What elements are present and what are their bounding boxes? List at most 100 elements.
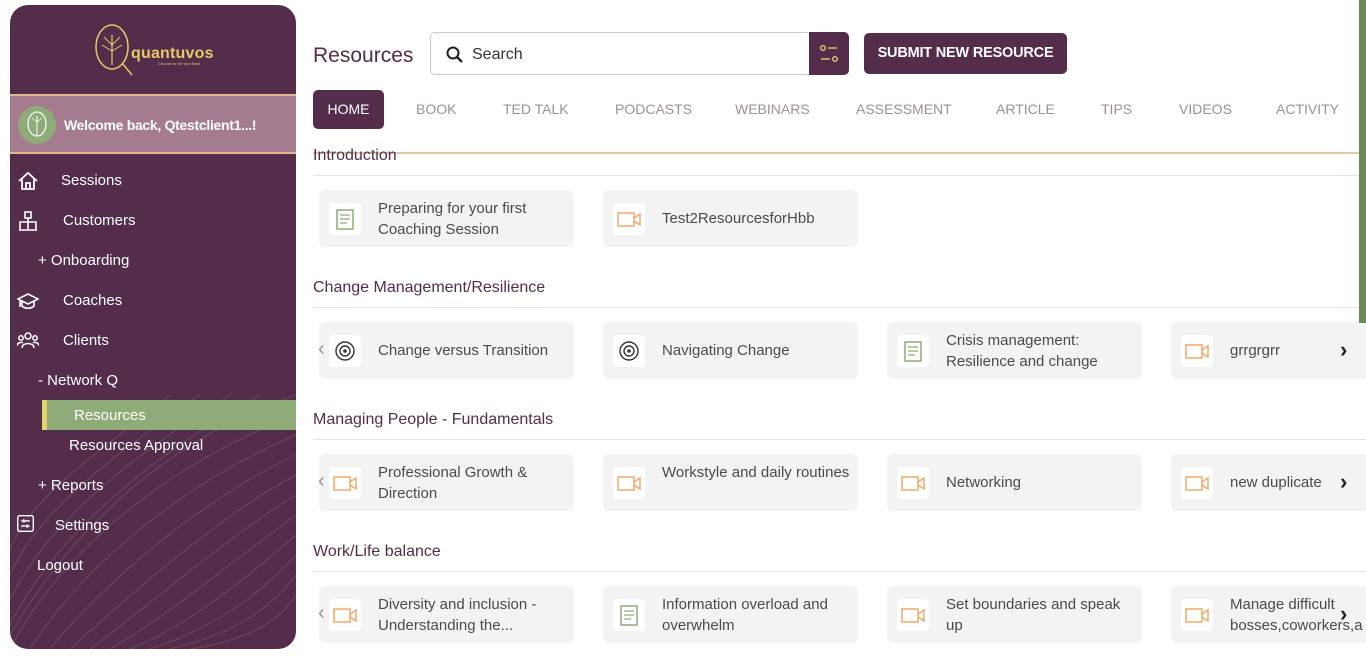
resource-card[interactable]: Change versus Transition bbox=[319, 322, 574, 379]
sidebar-item-sessions[interactable]: Sessions bbox=[10, 162, 296, 198]
sidebar-item-label: - Network Q bbox=[38, 372, 119, 389]
video-icon bbox=[1181, 467, 1213, 499]
section-title-change-management: Change Management/Resilience bbox=[313, 279, 546, 296]
tabs-divider bbox=[313, 152, 1366, 154]
tab-tips[interactable]: TIPS bbox=[1101, 90, 1132, 129]
resource-title: Set boundaries and speak up bbox=[946, 596, 1121, 634]
section-title-introduction: Introduction bbox=[313, 147, 397, 164]
brand-logo[interactable]: quantuvos Choose to be Your Best bbox=[10, 5, 296, 95]
sidebar-item-label: + Onboarding bbox=[38, 252, 130, 269]
filter-icon bbox=[819, 44, 839, 63]
section-divider bbox=[313, 439, 1366, 440]
scroll-right-arrow-icon[interactable]: › bbox=[1340, 601, 1347, 627]
video-icon bbox=[613, 467, 645, 499]
sidebar-item-label: + Reports bbox=[38, 477, 104, 494]
tab-activity[interactable]: ACTIVITY bbox=[1276, 90, 1339, 129]
resource-card[interactable]: Professional Growth & Direction bbox=[319, 454, 574, 511]
sidebar-item-label: Resources Approval bbox=[69, 437, 204, 454]
resource-title: Test2ResourcesforHbb bbox=[662, 210, 815, 227]
resource-card[interactable]: Test2ResourcesforHbb bbox=[603, 190, 858, 247]
settings-sliders-icon bbox=[17, 515, 34, 532]
resource-card[interactable]: Crisis management: Resilience and change bbox=[887, 322, 1142, 379]
section-divider bbox=[313, 307, 1366, 308]
tab-videos[interactable]: VIDEOS bbox=[1179, 90, 1232, 129]
sidebar-item-logout[interactable]: Logout bbox=[10, 547, 296, 583]
sidebar-item-label: Sessions bbox=[61, 172, 122, 189]
video-icon bbox=[897, 599, 929, 631]
podcast-icon bbox=[329, 335, 361, 367]
resource-card[interactable]: Information overload and overwhelm bbox=[603, 586, 858, 643]
resource-card[interactable]: grrgrgrr bbox=[1171, 322, 1366, 379]
sidebar-item-resources[interactable]: Resources bbox=[42, 400, 296, 430]
sidebar-item-label: Settings bbox=[55, 517, 110, 534]
page-scrollbar[interactable] bbox=[1359, 0, 1366, 323]
video-icon bbox=[613, 203, 645, 235]
tab-podcasts[interactable]: PODCASTS bbox=[615, 90, 692, 129]
resource-card[interactable]: Navigating Change bbox=[603, 322, 858, 379]
tab-home[interactable]: HOME bbox=[313, 90, 384, 129]
sidebar-item-resources-approval[interactable]: Resources Approval bbox=[10, 431, 296, 467]
resource-card[interactable]: Workstyle and daily routines bbox=[603, 454, 858, 511]
book-icon bbox=[897, 335, 929, 367]
category-tabs: HOME BOOK TED TALK PODCASTS WEBINARS ASS… bbox=[313, 90, 1366, 129]
scroll-left-arrow-icon[interactable]: ‹ bbox=[318, 470, 325, 493]
welcome-banner: Welcome back, Qtestclient1...! bbox=[10, 94, 296, 154]
scroll-right-arrow-icon[interactable]: › bbox=[1340, 337, 1347, 363]
scroll-right-arrow-icon[interactable]: › bbox=[1340, 469, 1347, 495]
people-group-icon bbox=[17, 332, 39, 349]
resource-title: Diversity and inclusion - Understanding … bbox=[378, 596, 537, 634]
sidebar-item-clients[interactable]: Clients bbox=[10, 322, 296, 358]
brand-tagline: Choose to be Your Best bbox=[158, 61, 201, 66]
book-icon bbox=[329, 203, 361, 235]
resource-title: Preparing for your first Coaching Sessio… bbox=[378, 200, 527, 238]
page-title: Resources bbox=[313, 44, 414, 67]
video-icon bbox=[897, 467, 929, 499]
sidebar-item-reports[interactable]: + Reports bbox=[10, 467, 296, 503]
resource-card[interactable]: Manage difficult bosses,coworkers,a bbox=[1171, 586, 1366, 643]
sidebar-item-label: Resources bbox=[74, 407, 146, 424]
sidebar-item-settings[interactable]: Settings bbox=[10, 507, 296, 543]
resource-card[interactable]: Set boundaries and speak up bbox=[887, 586, 1142, 643]
section-divider bbox=[313, 175, 1366, 176]
sidebar: quantuvos Choose to be Your Best Welcome… bbox=[10, 5, 296, 649]
welcome-text: Welcome back, Qtestclient1...! bbox=[64, 117, 257, 133]
book-icon bbox=[613, 599, 645, 631]
tab-book[interactable]: BOOK bbox=[416, 90, 456, 129]
resource-title: Crisis management: Resilience and change bbox=[946, 332, 1098, 370]
sidebar-item-label: Coaches bbox=[63, 292, 123, 309]
search-placeholder: Search bbox=[472, 46, 523, 63]
scroll-left-arrow-icon[interactable]: ‹ bbox=[318, 602, 325, 625]
resource-title: Change versus Transition bbox=[378, 342, 549, 359]
resource-title: Networking bbox=[946, 474, 1022, 491]
video-icon bbox=[1181, 599, 1213, 631]
resource-title: Navigating Change bbox=[662, 342, 790, 359]
resource-card[interactable]: Preparing for your first Coaching Sessio… bbox=[319, 190, 574, 247]
graduation-cap-icon bbox=[17, 293, 39, 310]
sidebar-item-network-q[interactable]: - Network Q bbox=[10, 362, 296, 398]
resource-card[interactable]: Networking bbox=[887, 454, 1142, 511]
section-title-work-life-balance: Work/Life balance bbox=[313, 543, 441, 560]
video-icon bbox=[329, 467, 361, 499]
sidebar-item-onboarding[interactable]: + Onboarding bbox=[10, 242, 296, 278]
resource-title: Professional Growth & Direction bbox=[378, 464, 528, 502]
resource-card[interactable]: Diversity and inclusion - Understanding … bbox=[319, 586, 574, 643]
search-icon bbox=[446, 46, 463, 63]
filter-button[interactable] bbox=[809, 32, 849, 75]
submit-new-resource-button[interactable]: SUBMIT NEW RESOURCE bbox=[864, 33, 1067, 74]
sidebar-item-coaches[interactable]: Coaches bbox=[10, 282, 296, 318]
tab-webinars[interactable]: WEBINARS bbox=[735, 90, 810, 129]
tab-ted-talk[interactable]: TED TALK bbox=[503, 90, 569, 129]
tab-article[interactable]: ARTICLE bbox=[996, 90, 1055, 129]
tree-logo-icon bbox=[95, 24, 133, 76]
resource-card[interactable]: new duplicate bbox=[1171, 454, 1366, 511]
scroll-left-arrow-icon[interactable]: ‹ bbox=[318, 338, 325, 361]
sidebar-item-customers[interactable]: Customers bbox=[10, 202, 296, 238]
resource-title: Workstyle and daily routines bbox=[662, 464, 850, 481]
avatar[interactable] bbox=[18, 106, 56, 144]
sidebar-item-label: Customers bbox=[63, 212, 136, 229]
podcast-icon bbox=[613, 335, 645, 367]
search-input[interactable]: Search bbox=[430, 32, 810, 75]
sidebar-item-label: Clients bbox=[63, 332, 109, 349]
tab-assessment[interactable]: ASSESSMENT bbox=[856, 90, 952, 129]
resource-title: Information overload and overwhelm bbox=[662, 596, 828, 634]
